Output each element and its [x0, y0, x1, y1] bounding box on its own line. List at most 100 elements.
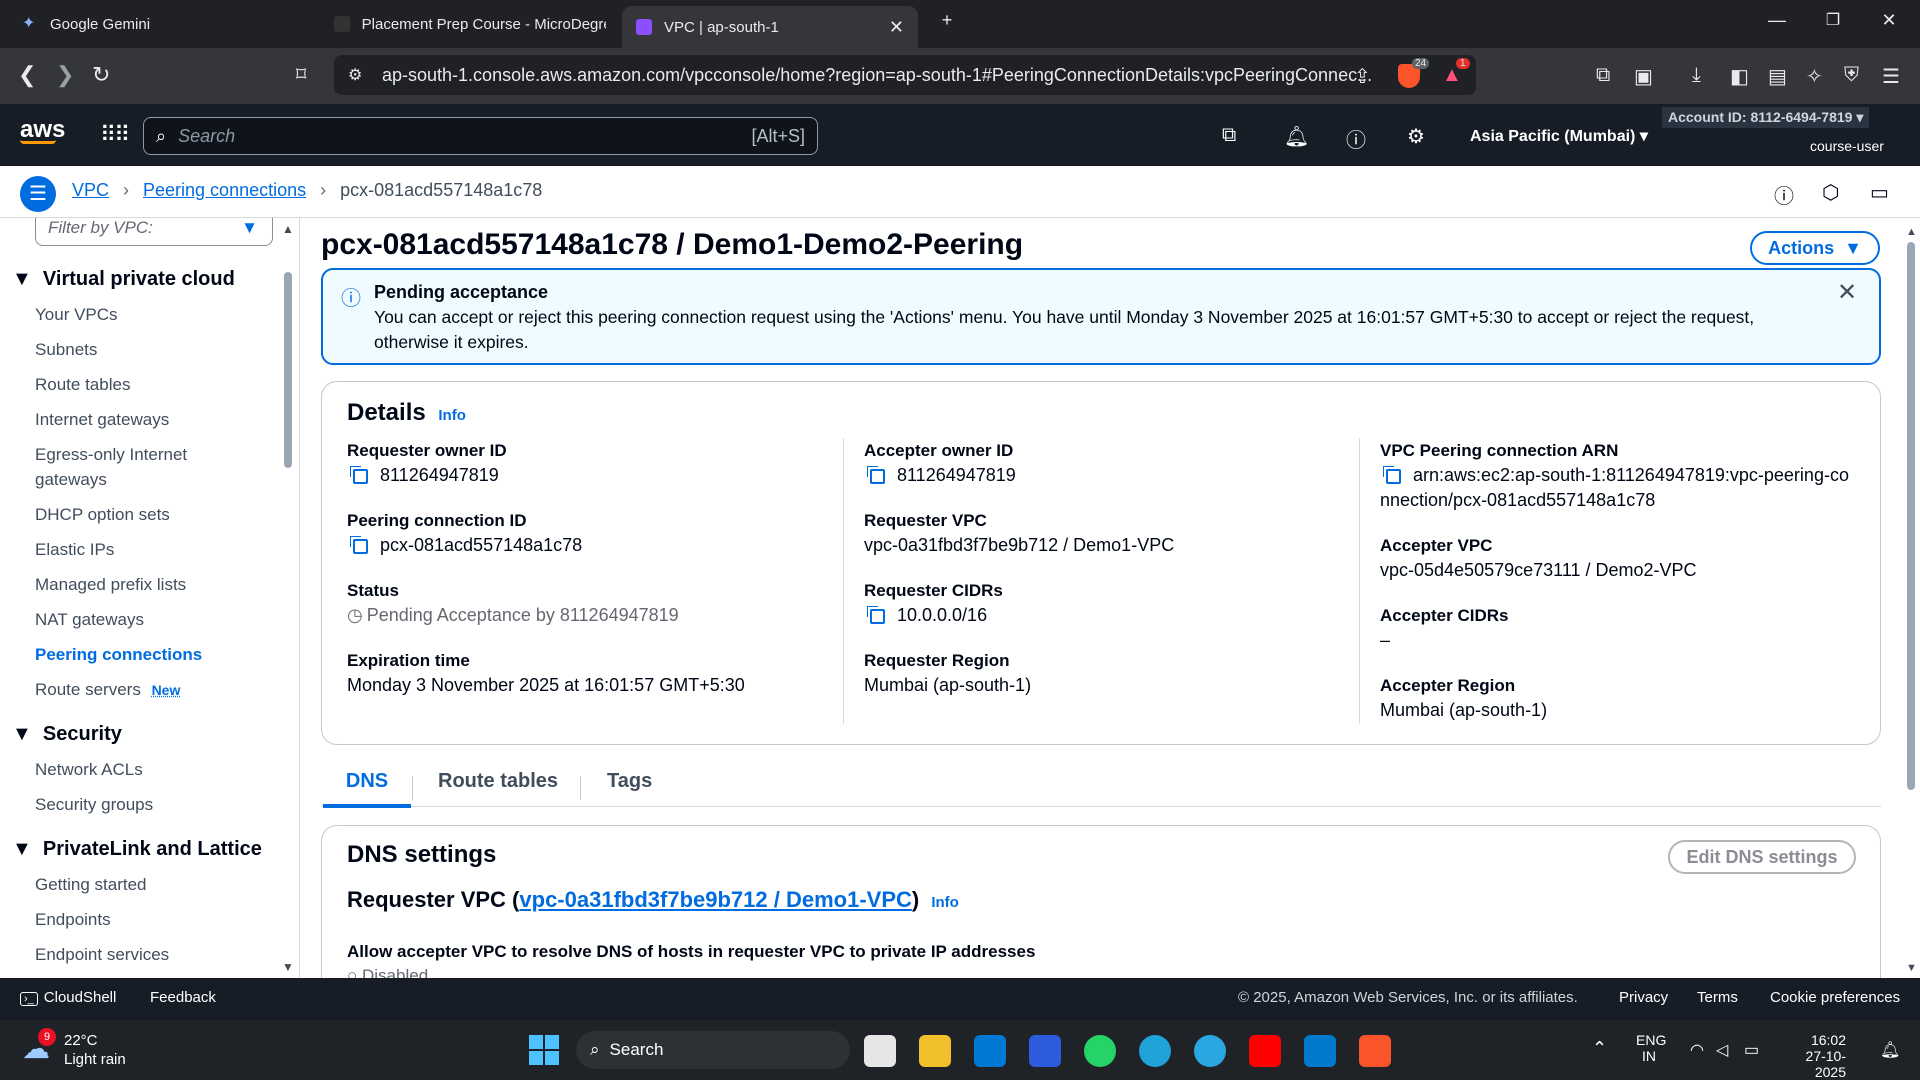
sidebar-item-egress-only-line2[interactable]: gateways: [35, 467, 107, 492]
sidebar-item-peering[interactable]: Peering connections: [35, 642, 202, 667]
windows-start-icon[interactable]: [529, 1035, 559, 1065]
sidebar-section-privatelink[interactable]: ▼ PrivateLink and Lattice: [12, 838, 262, 861]
sidebar-item-prefix-lists[interactable]: Managed prefix lists: [35, 572, 186, 597]
sidebar-item-nat-gateways[interactable]: NAT gateways: [35, 607, 144, 632]
sidebar-item-internet-gateways[interactable]: Internet gateways: [35, 407, 169, 432]
sidebar-item-dhcp[interactable]: DHCP option sets: [35, 502, 170, 527]
help-icon[interactable]: ⓘ: [1346, 124, 1366, 153]
sidebar-item-subnets[interactable]: Subnets: [35, 337, 97, 362]
sidebar-scrollbar[interactable]: [284, 272, 292, 468]
dns-info-link[interactable]: Info: [931, 894, 959, 911]
settings-icon[interactable]: ⚙: [1407, 124, 1425, 149]
sidebar-item-route-tables[interactable]: Route tables: [35, 372, 130, 397]
privacy-link[interactable]: Privacy: [1619, 989, 1668, 1006]
vpn-icon[interactable]: ⛨: [1844, 64, 1859, 87]
scroll-up-icon[interactable]: ▲: [282, 222, 294, 236]
forward-icon[interactable]: ❯: [56, 62, 74, 88]
accepter-vpc-link[interactable]: vpc-05d4e50579ce73111 / Demo2-VPC: [1380, 560, 1697, 581]
edge-icon[interactable]: [1139, 1035, 1171, 1067]
whatsapp-icon[interactable]: [1084, 1035, 1116, 1067]
sidebar-icon[interactable]: ◧: [1730, 64, 1749, 89]
menu-icon[interactable]: ☰: [1882, 64, 1900, 89]
hamburger-menu-icon[interactable]: ☰: [20, 176, 56, 212]
copy-icon[interactable]: [353, 539, 368, 554]
scroll-up-icon[interactable]: ▲: [1906, 226, 1917, 238]
weather-desc[interactable]: Light rain: [64, 1051, 126, 1068]
language-indicator[interactable]: ENG IN: [1636, 1032, 1666, 1064]
chevron-up-icon[interactable]: ⌃: [1592, 1038, 1607, 1059]
clock[interactable]: 16:02 27-10-2025: [1786, 1032, 1846, 1080]
services-grid-icon[interactable]: ⠿⠿: [100, 122, 130, 148]
copy-icon[interactable]: [353, 469, 368, 484]
sidebar-section-security[interactable]: ▼ Security: [12, 723, 122, 746]
cloudshell-button[interactable]: ›_ CloudShell: [20, 989, 116, 1006]
window-close-icon[interactable]: ✕: [1874, 10, 1904, 31]
sidebar-item-network-acls[interactable]: Network ACLs: [35, 757, 143, 782]
reload-icon[interactable]: ↻: [92, 62, 110, 88]
main-scrollbar[interactable]: [1907, 242, 1915, 790]
sidebar-item-getting-started[interactable]: Getting started: [35, 872, 147, 897]
sidebar-item-route-servers[interactable]: Route servers New: [35, 677, 180, 703]
feedback-link[interactable]: Feedback: [150, 989, 216, 1006]
minimize-icon[interactable]: —: [1762, 10, 1792, 31]
feedback-panel-icon[interactable]: ▭: [1870, 180, 1889, 205]
brave-taskbar-icon[interactable]: [1359, 1035, 1391, 1067]
edit-dns-button[interactable]: Edit DNS settings: [1668, 840, 1856, 874]
notification-bell-icon[interactable]: 🔔︎: [1880, 1040, 1900, 1060]
sidebar-item-endpoints[interactable]: Endpoints: [35, 907, 111, 932]
filter-by-vpc-select[interactable]: Filter by VPC: ▼: [35, 218, 273, 246]
region-selector[interactable]: Asia Pacific (Mumbai) ▾: [1470, 126, 1648, 146]
copy-icon[interactable]: [1386, 469, 1401, 484]
security-hub-icon[interactable]: ⬡: [1822, 180, 1839, 205]
info-panel-icon[interactable]: ⓘ: [1774, 180, 1794, 209]
share-icon[interactable]: ⇪: [1354, 64, 1371, 89]
telegram-icon[interactable]: [1194, 1035, 1226, 1067]
breadcrumb-vpc[interactable]: VPC: [72, 180, 109, 201]
leo-ai-icon[interactable]: ✧: [1806, 64, 1823, 89]
details-info-link[interactable]: Info: [438, 407, 466, 424]
tab-vpc[interactable]: VPC | ap-south-1 ✕: [622, 6, 918, 48]
actions-button[interactable]: Actions ▼: [1750, 231, 1880, 265]
cookie-preferences-link[interactable]: Cookie preferences: [1770, 989, 1900, 1006]
account-id-badge[interactable]: Account ID: 8112-6494-7819 ▾: [1662, 107, 1870, 128]
youtube-icon[interactable]: [1249, 1035, 1281, 1067]
scroll-down-icon[interactable]: ▼: [282, 960, 294, 974]
close-tab-icon[interactable]: ✕: [889, 17, 904, 38]
tab-dns[interactable]: DNS: [323, 770, 411, 808]
user-menu[interactable]: course-user: [1810, 138, 1884, 154]
task-view-icon[interactable]: [864, 1035, 896, 1067]
dns-requester-vpc-link[interactable]: vpc-0a31fbd3f7be9b712 / Demo1-VPC: [519, 887, 912, 912]
sidebar-item-egress-only[interactable]: Egress-only Internet: [35, 442, 187, 467]
reader-icon[interactable]: ▣: [1634, 64, 1653, 89]
taskbar-search[interactable]: ⌕ Search: [576, 1031, 850, 1069]
site-info-icon[interactable]: ⚙: [348, 65, 362, 85]
wallet-icon[interactable]: ▤: [1768, 64, 1787, 89]
address-bar[interactable]: ⚙ ap-south-1.console.aws.amazon.com/vpcc…: [334, 55, 1476, 95]
scroll-down-icon[interactable]: ▼: [1906, 962, 1917, 974]
restore-icon[interactable]: ❐: [1818, 10, 1848, 30]
cloudshell-icon[interactable]: ⧉: [1222, 124, 1236, 147]
terms-link[interactable]: Terms: [1697, 989, 1738, 1006]
store-icon[interactable]: [974, 1035, 1006, 1067]
sidebar-item-endpoint-services[interactable]: Endpoint services: [35, 942, 169, 967]
aws-logo[interactable]: aws: [20, 116, 65, 144]
back-icon[interactable]: ❮: [18, 62, 36, 88]
search-input[interactable]: ⌕ Search [Alt+S]: [143, 117, 818, 155]
copy-icon[interactable]: [870, 609, 885, 624]
notifications-icon[interactable]: 🔔︎: [1284, 124, 1309, 149]
tab-placement[interactable]: Placement Prep Course - MicroDegre: [320, 6, 620, 42]
vscode-icon[interactable]: [1304, 1035, 1336, 1067]
sidebar-item-elastic-ips[interactable]: Elastic IPs: [35, 537, 114, 562]
weather-temp[interactable]: 22°C: [64, 1032, 98, 1049]
volume-icon[interactable]: ◁: [1716, 1040, 1728, 1060]
sidebar-section-vpc[interactable]: ▼ Virtual private cloud: [12, 268, 235, 291]
battery-icon[interactable]: ▭: [1744, 1040, 1759, 1060]
tab-route-tables[interactable]: Route tables: [438, 770, 558, 793]
breadcrumb-peering[interactable]: Peering connections: [143, 180, 306, 201]
brave-shield-icon[interactable]: 24: [1398, 58, 1430, 94]
download-icon[interactable]: ⤓: [1692, 64, 1701, 87]
tab-tags[interactable]: Tags: [607, 770, 652, 793]
extensions-icon[interactable]: ⧉: [1596, 64, 1610, 87]
copy-icon[interactable]: [870, 469, 885, 484]
requester-vpc-link[interactable]: vpc-0a31fbd3f7be9b712 / Demo1-VPC: [864, 535, 1174, 556]
